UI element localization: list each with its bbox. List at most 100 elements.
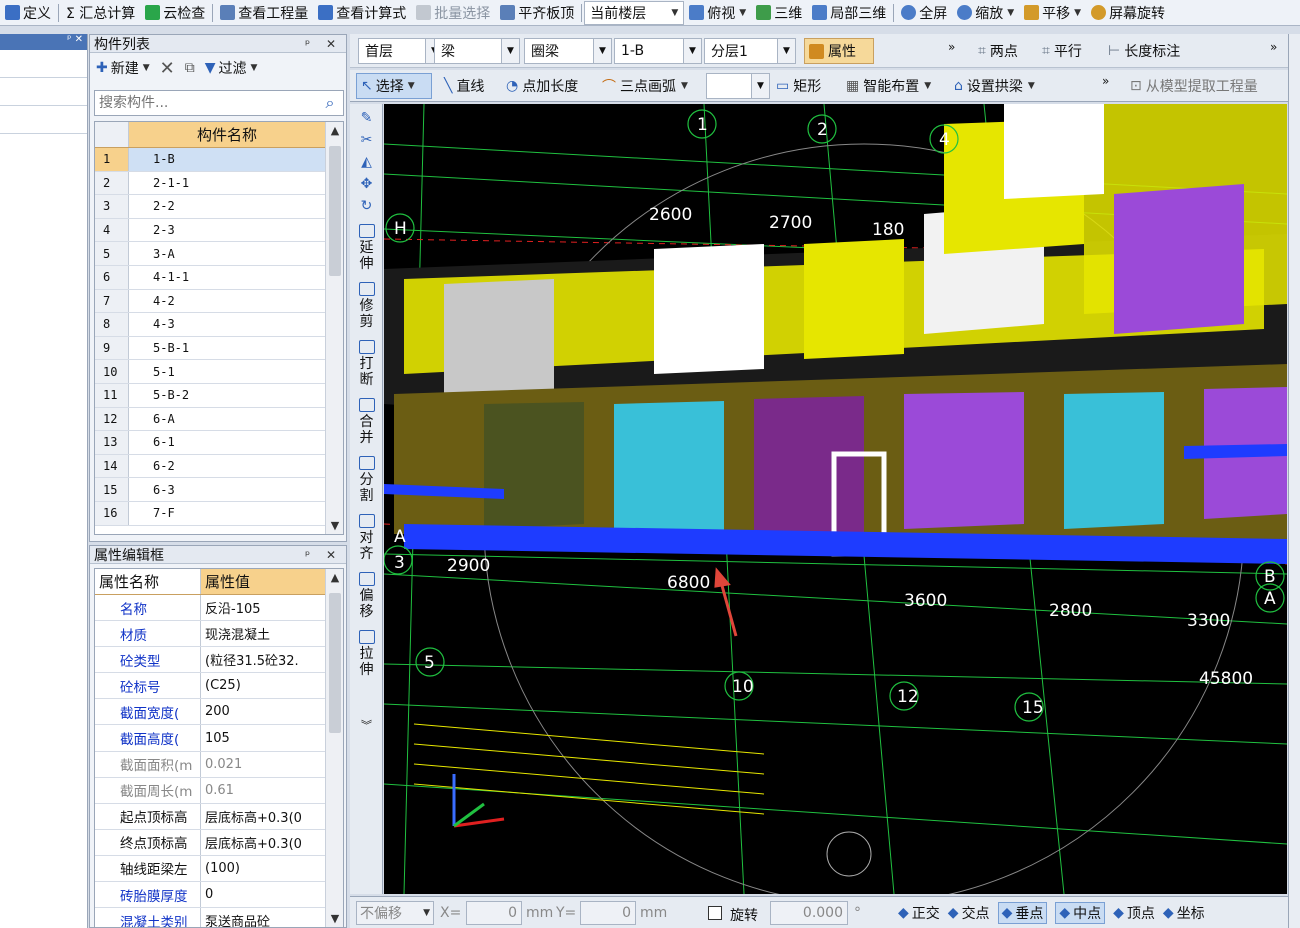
batch-select-button[interactable]: 批量选择	[411, 1, 495, 25]
rotate-checkbox[interactable]	[708, 906, 722, 920]
pane-pin-close[interactable]: ᵖ ✕	[0, 34, 87, 50]
property-value-cell[interactable]: (粒径31.5砼32.	[201, 647, 325, 672]
property-value-cell[interactable]: 反沿-105	[201, 595, 325, 620]
property-row[interactable]: 截面宽度(200	[95, 699, 325, 726]
component-list-scrollbar[interactable]: ▲ ▼	[325, 122, 343, 534]
two-point-button[interactable]: ⌗ 两点	[978, 38, 1018, 64]
table-row[interactable]: 12 6-A	[95, 407, 325, 432]
cloud-check-button[interactable]: 云检查	[140, 1, 210, 25]
type-select[interactable]: 梁 ▼	[434, 38, 520, 64]
scroll-up-icon[interactable]: ▲	[326, 124, 343, 137]
snap-perpendicular[interactable]: ◆ 垂点	[997, 902, 1048, 924]
zoom-button[interactable]: 缩放 ▼	[952, 1, 1019, 25]
snap-vertex[interactable]: ◆ 顶点	[1113, 903, 1155, 923]
view-quantity-button[interactable]: 查看工程量	[215, 1, 313, 25]
delete-icon[interactable]: ✕	[160, 58, 175, 79]
scissors-tool[interactable]: ✂	[350, 132, 383, 148]
property-value-cell[interactable]: 泵送商品砼	[201, 908, 325, 927]
property-value-cell[interactable]: 0.021	[201, 752, 325, 777]
orbit-handle[interactable]	[826, 831, 872, 877]
pencil-tool[interactable]: ✎	[350, 110, 383, 126]
property-row[interactable]: 截面面积(m 0.021	[95, 751, 325, 778]
3d-viewport[interactable]: 1 2 4 5 10 12 15 B A 3 A H 2600 2700 180 2900 6800 3600 2…	[384, 104, 1287, 894]
x-input[interactable]: 0	[466, 901, 522, 925]
move-tool[interactable]: ✥	[350, 176, 383, 192]
property-value-cell[interactable]: 105	[201, 725, 325, 750]
property-scrollbar[interactable]: ▲ ▼	[325, 569, 343, 927]
side-tool-7[interactable]: 拉伸	[350, 630, 383, 678]
table-row[interactable]: 11 5-B-2	[95, 383, 325, 408]
scroll-down-icon[interactable]: ▼	[326, 519, 343, 532]
component-select[interactable]: 1-B ▼	[614, 38, 702, 64]
property-value-cell[interactable]: 200	[201, 699, 325, 724]
side-tool-1[interactable]: 修剪	[350, 282, 383, 330]
select-tool-button[interactable]: ↖ 选择 ▼	[356, 73, 432, 99]
table-row[interactable]: 3 2-2	[95, 195, 325, 219]
scroll-up-icon[interactable]: ▲	[326, 571, 343, 584]
align-slab-top-button[interactable]: 平齐板顶	[495, 1, 579, 25]
more-icon[interactable]: »	[1102, 74, 1109, 88]
property-row[interactable]: 截面高度(105	[95, 725, 325, 752]
table-row[interactable]: 6 4-1-1	[95, 265, 325, 290]
rotate-tool[interactable]: ↻	[350, 198, 383, 214]
more-icon[interactable]: »	[948, 40, 955, 54]
property-value-cell[interactable]: (100)	[201, 856, 325, 881]
table-row[interactable]: 13 6-1	[95, 431, 325, 455]
property-value-cell[interactable]: (C25)	[201, 673, 325, 698]
table-row[interactable]: 5 3-A	[95, 242, 325, 266]
table-row[interactable]: 10 5-1	[95, 360, 325, 384]
extract-quantity-button[interactable]: ⊡ 从模型提取工程量	[1130, 73, 1258, 99]
3d-model-canvas[interactable]: 1 2 4510 1215BA3AH 2600 2700 180290068003600 2…	[384, 104, 1287, 894]
new-component-button[interactable]: ✚ 新建 ▼	[96, 58, 150, 78]
pin-close-icon[interactable]: ᵖ ✕	[305, 548, 342, 562]
property-value-cell[interactable]: 层底标高+0.3(0	[201, 830, 325, 855]
y-input[interactable]: 0	[580, 901, 636, 925]
pan-button[interactable]: 平移 ▼	[1019, 1, 1086, 25]
table-row[interactable]: 8 4-3	[95, 313, 325, 337]
smart-layout-button[interactable]: ▦ 智能布置 ▼	[846, 73, 931, 99]
side-tool-3[interactable]: 合并	[350, 398, 383, 446]
table-row[interactable]: 1 1-B	[95, 148, 325, 172]
mirror-tool[interactable]: ◭	[350, 154, 383, 170]
table-row[interactable]: 4 2-3	[95, 218, 325, 243]
filter-button[interactable]: ▼ 过滤 ▼	[205, 58, 258, 78]
summary-calc-button[interactable]: Σ 汇总计算	[61, 1, 140, 25]
property-value-cell[interactable]: 层底标高+0.3(0	[201, 804, 325, 829]
layer-select[interactable]: 分层1 ▼	[704, 38, 796, 64]
scrollbar-thumb[interactable]	[329, 593, 341, 733]
scrollbar-thumb[interactable]	[329, 146, 341, 276]
fullscreen-button[interactable]: 全屏	[896, 1, 952, 25]
property-row[interactable]: 材质 现浇混凝土	[95, 621, 325, 648]
local-3d-button[interactable]: 局部三维	[807, 1, 891, 25]
snap-coordinate[interactable]: ◆ 坐标	[1163, 903, 1205, 923]
property-row[interactable]: 砖胎膜厚度 0	[95, 882, 325, 909]
table-row[interactable]: 7 4-2	[95, 289, 325, 314]
table-row[interactable]: 15 6-3	[95, 478, 325, 502]
no-offset-select[interactable]: 不偏移 ▼	[356, 901, 434, 925]
search-icon[interactable]: ⌕	[317, 93, 343, 113]
screen-rotate-button[interactable]: 屏幕旋转	[1086, 1, 1170, 25]
expand-tools[interactable]: ︾	[350, 718, 383, 734]
set-arch-beam-button[interactable]: ⌂ 设置拱梁 ▼	[954, 73, 1035, 99]
side-tool-6[interactable]: 偏移	[350, 572, 383, 620]
property-row[interactable]: 砼类型 (粒径31.5砼32.	[95, 647, 325, 674]
3d-button[interactable]: 三维	[751, 1, 807, 25]
parallel-button[interactable]: ⌗ 平行	[1042, 38, 1082, 64]
property-row[interactable]: 截面周长(m 0.61	[95, 777, 325, 804]
table-row[interactable]: 14 6-2	[95, 454, 325, 479]
property-value-cell[interactable]: 现浇混凝土	[201, 621, 325, 646]
floor-select[interactable]: 首层▼	[358, 38, 444, 64]
component-name-header[interactable]: 构件名称	[129, 122, 325, 147]
length-mark-button[interactable]: ⊢ 长度标注	[1108, 38, 1180, 64]
table-row[interactable]: 2 2-1-1	[95, 171, 325, 196]
nav-row[interactable]	[0, 106, 87, 134]
copy-icon[interactable]: ⧉	[185, 60, 195, 76]
snap-intersection[interactable]: ◆ 交点	[948, 903, 990, 923]
rotate-angle-input[interactable]: 0.000	[770, 901, 848, 925]
scroll-down-icon[interactable]: ▼	[326, 912, 343, 925]
arc-option-select[interactable]: ▼	[706, 73, 770, 99]
top-view-button[interactable]: 俯视 ▼	[684, 1, 751, 25]
property-row[interactable]: 终点顶标高 层底标高+0.3(0	[95, 829, 325, 856]
property-row[interactable]: 起点顶标高 层底标高+0.3(0	[95, 803, 325, 830]
nav-row[interactable]	[0, 78, 87, 106]
